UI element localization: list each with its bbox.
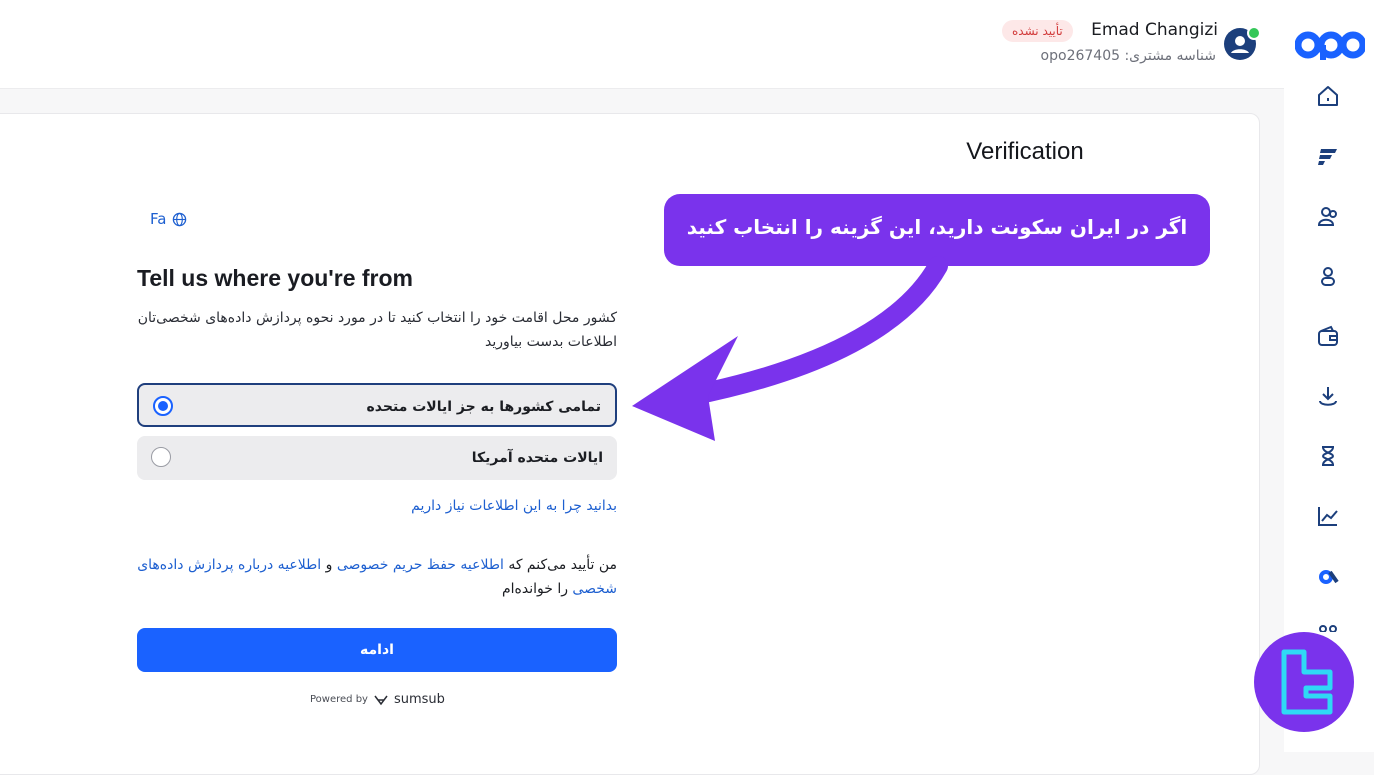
consent-and: و: [325, 557, 333, 573]
wallet-icon[interactable]: [1314, 322, 1342, 350]
user-icon[interactable]: [1314, 262, 1342, 290]
powered-by-label: Powered by: [310, 694, 368, 705]
language-label: Fa: [150, 210, 167, 228]
users-icon[interactable]: [1314, 202, 1342, 230]
opo-logo[interactable]: [1294, 30, 1367, 60]
option-label: تمامی کشورها به جز ایالات متحده: [366, 399, 601, 415]
online-status-dot: [1247, 26, 1261, 40]
page-title: Verification: [966, 138, 1084, 165]
annotation-arrow-icon: [632, 256, 948, 441]
status-badge: تأیید نشده: [1002, 20, 1073, 42]
consent-suffix: را خوانده‌ام: [501, 581, 568, 597]
customer-id: شناسه مشتری: opo267405: [980, 48, 1216, 64]
globe-icon: [173, 212, 187, 226]
download-icon[interactable]: [1314, 382, 1342, 410]
chart-icon[interactable]: [1314, 502, 1342, 530]
user-name: Emad Changizi: [1091, 20, 1218, 40]
sumsub-brand: sumsub: [393, 692, 445, 707]
option-united-states[interactable]: ایالات متحده آمریکا: [137, 436, 617, 480]
option-all-countries-except-us[interactable]: تمامی کشورها به جز ایالات متحده: [137, 383, 617, 427]
radio-unselected[interactable]: [151, 447, 171, 467]
consent-prefix: من تأیید می‌کنم که: [508, 557, 617, 573]
watermark-icon: [1281, 649, 1333, 715]
hourglass-icon[interactable]: [1314, 442, 1342, 470]
radio-selected[interactable]: [153, 396, 173, 416]
customer-id-label: شناسه مشتری:: [1124, 48, 1216, 64]
powered-by: Powered by sumsub: [310, 692, 445, 707]
consent-text: من تأیید می‌کنم که اطلاعیه حفظ حریم خصوص…: [137, 553, 617, 601]
form-heading: Tell us where you're from: [137, 265, 413, 291]
language-selector[interactable]: Fa: [150, 210, 187, 228]
partners-icon[interactable]: [1314, 620, 1342, 632]
customer-id-value: opo267405: [1040, 48, 1121, 64]
opo-logo-icon: [1294, 31, 1367, 60]
option-label: ایالات متحده آمریکا: [471, 450, 603, 466]
home-icon[interactable]: [1314, 82, 1342, 110]
flash-icon[interactable]: [1314, 142, 1342, 170]
privacy-notice-link[interactable]: اطلاعیه حفظ حریم خصوصی: [337, 557, 504, 573]
logo-mark-icon[interactable]: [1314, 562, 1342, 590]
watermark-logo: [1254, 632, 1354, 732]
form-description: کشور محل اقامت خود را انتخاب کنید تا در …: [137, 310, 617, 350]
why-we-need-info-link[interactable]: بدانید چرا به این اطلاعات نیاز داریم: [137, 498, 617, 514]
sumsub-logo-icon: [374, 695, 388, 705]
continue-button[interactable]: ادامه: [137, 628, 617, 672]
top-bar: [0, 0, 1284, 89]
